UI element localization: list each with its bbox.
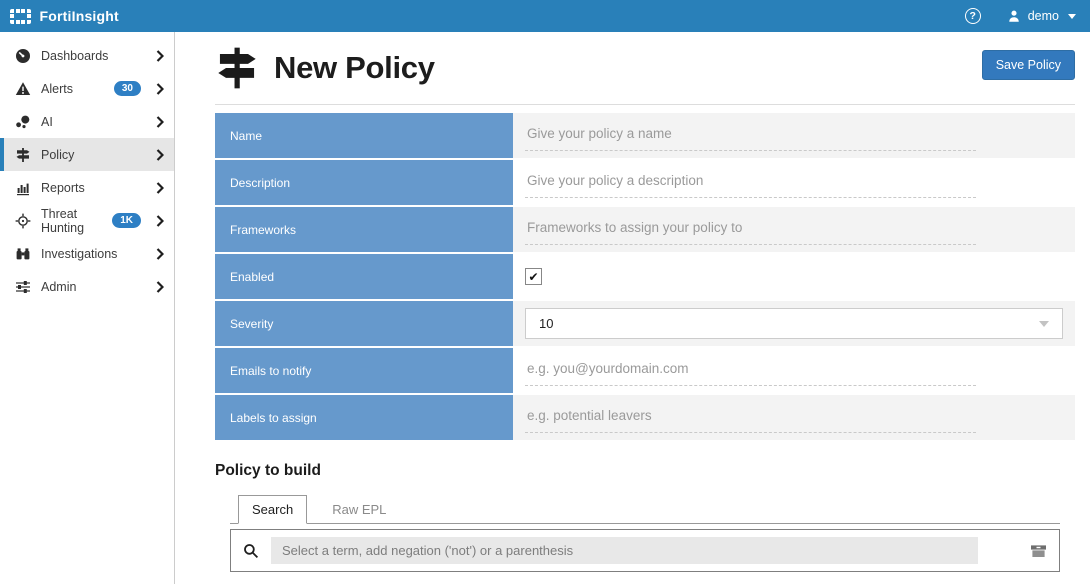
sliders-icon [15, 279, 31, 295]
sidebar-item-label: Threat Hunting [41, 207, 102, 235]
field-label: Name [215, 113, 513, 160]
chevron-right-icon [156, 215, 164, 227]
tab-raw-epl[interactable]: Raw EPL [319, 496, 399, 523]
form-row-frameworks: Frameworks [215, 207, 1075, 254]
sidebar-item-label: Alerts [41, 82, 104, 96]
bar-chart-icon [15, 180, 31, 196]
labels-input[interactable] [525, 402, 976, 433]
chevron-down-icon [1068, 14, 1076, 19]
form-row-emails: Emails to notify [215, 348, 1075, 395]
user-icon [1007, 9, 1021, 23]
form-row-description: Description [215, 160, 1075, 207]
form-row-labels: Labels to assign [215, 395, 1075, 442]
field-label: Enabled [215, 254, 513, 301]
frameworks-input[interactable] [525, 214, 976, 245]
form-row-severity: Severity 10 [215, 301, 1075, 348]
severity-selected-value: 10 [539, 316, 553, 331]
alert-triangle-icon [15, 81, 31, 97]
user-menu[interactable]: demo [1007, 9, 1076, 23]
brand[interactable]: FortiInsight [10, 8, 119, 24]
severity-select[interactable]: 10 [525, 308, 1063, 339]
field-label: Labels to assign [215, 395, 513, 442]
field-label: Severity [215, 301, 513, 348]
sidebar-item-ai[interactable]: AI [0, 105, 174, 138]
form-row-enabled: Enabled ✔ [215, 254, 1075, 301]
sidebar-item-dashboards[interactable]: Dashboards [0, 39, 174, 72]
sidebar-item-investigations[interactable]: Investigations [0, 237, 174, 270]
topbar: FortiInsight ? demo [0, 0, 1090, 32]
archive-icon[interactable] [1030, 543, 1047, 559]
sidebar-item-alerts[interactable]: Alerts 30 [0, 72, 174, 105]
sidebar-item-label: Reports [41, 181, 146, 195]
field-label: Frameworks [215, 207, 513, 254]
emails-input[interactable] [525, 355, 976, 386]
chevron-right-icon [156, 281, 164, 293]
field-value-cell [513, 113, 1075, 160]
sidebar-item-admin[interactable]: Admin [0, 270, 174, 303]
alerts-count-badge: 30 [114, 81, 141, 96]
fortinet-grid-logo-icon [10, 9, 31, 24]
policy-form: Name Description Frameworks Enabled [215, 113, 1075, 442]
field-value-cell: 10 [513, 301, 1075, 348]
chevron-right-icon [156, 50, 164, 62]
dashboard-icon [15, 48, 31, 64]
sidebar-item-label: Dashboards [41, 49, 146, 63]
sidebar-item-threat-hunting[interactable]: Threat Hunting 1K [0, 204, 174, 237]
chevron-right-icon [156, 149, 164, 161]
tab-search[interactable]: Search [238, 495, 307, 524]
sidebar-item-reports[interactable]: Reports [0, 171, 174, 204]
field-value-cell [513, 207, 1075, 254]
sidebar: Dashboards Alerts 30 AI [0, 32, 175, 584]
description-input[interactable] [525, 167, 976, 198]
sidebar-item-policy[interactable]: Policy [0, 138, 174, 171]
username: demo [1028, 9, 1059, 23]
page-header: New Policy Save Policy [215, 32, 1075, 105]
help-icon[interactable]: ? [965, 8, 981, 24]
signpost-icon [15, 147, 31, 163]
field-label: Description [215, 160, 513, 207]
save-policy-button[interactable]: Save Policy [982, 50, 1075, 80]
builder-tabs: Search Raw EPL [230, 495, 1060, 524]
term-search-bar [230, 529, 1060, 572]
field-value-cell [513, 160, 1075, 207]
search-icon [243, 543, 259, 559]
brand-name: FortiInsight [40, 8, 119, 24]
chevron-down-icon [1039, 321, 1049, 327]
chevron-right-icon [156, 83, 164, 95]
ai-dots-icon [15, 114, 31, 130]
chevron-right-icon [156, 116, 164, 128]
field-label: Emails to notify [215, 348, 513, 395]
enabled-checkbox[interactable]: ✔ [525, 268, 542, 285]
sidebar-item-label: AI [41, 115, 146, 129]
policy-builder: Search Raw EPL [230, 495, 1060, 584]
chevron-right-icon [156, 182, 164, 194]
chevron-right-icon [156, 248, 164, 260]
signpost-icon [215, 45, 259, 91]
page-title: New Policy [274, 50, 435, 86]
field-value-cell: ✔ [513, 254, 1075, 301]
threat-hunting-count-badge: 1K [112, 213, 141, 228]
main-content: New Policy Save Policy Name Description … [175, 32, 1090, 584]
name-input[interactable] [525, 120, 976, 151]
checkmark-icon: ✔ [528, 271, 538, 283]
term-search-input[interactable] [271, 537, 978, 564]
topbar-right: ? demo [965, 8, 1076, 24]
field-value-cell [513, 395, 1075, 442]
sidebar-item-label: Policy [41, 148, 146, 162]
sidebar-item-label: Investigations [41, 247, 146, 261]
binoculars-icon [15, 246, 31, 262]
field-value-cell [513, 348, 1075, 395]
sidebar-item-label: Admin [41, 280, 146, 294]
policy-to-build-heading: Policy to build [215, 462, 1075, 480]
crosshair-icon [15, 213, 31, 229]
form-row-name: Name [215, 113, 1075, 160]
